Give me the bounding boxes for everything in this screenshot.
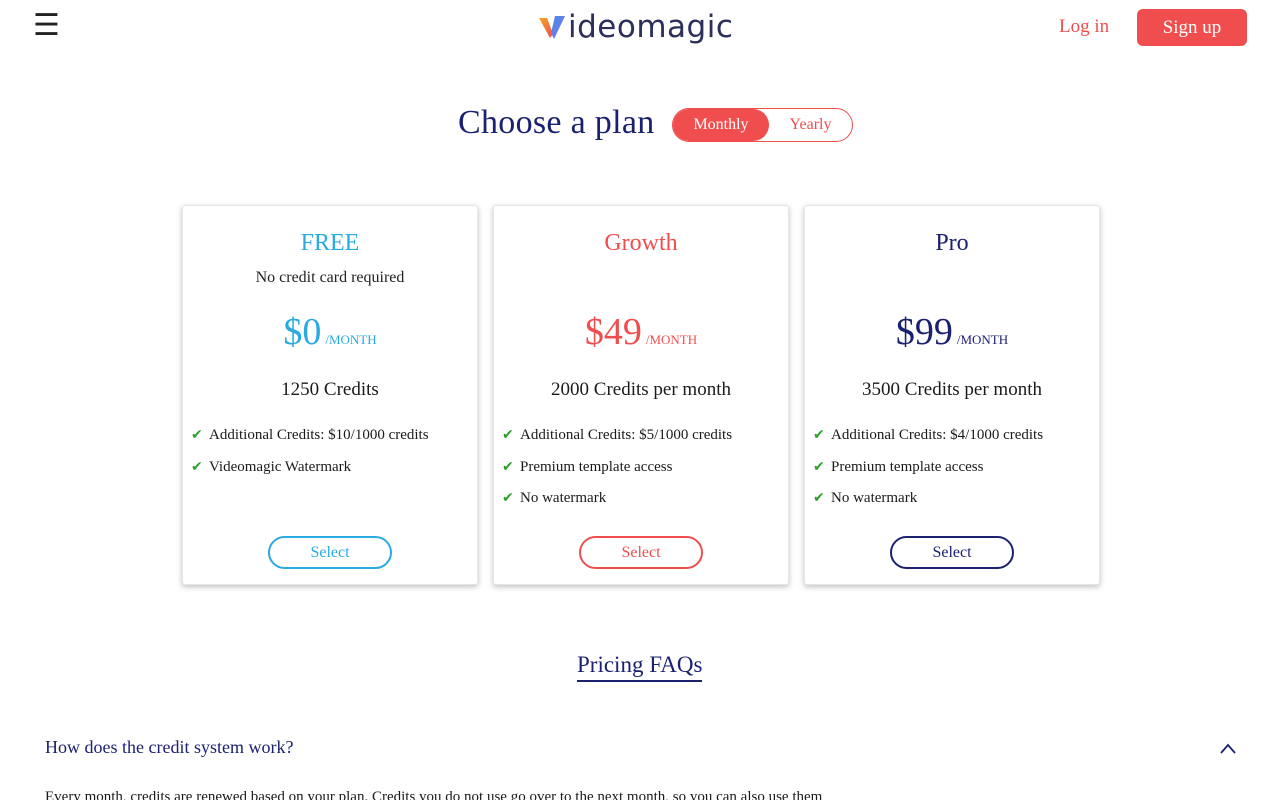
- billing-period-toggle[interactable]: Monthly Yearly: [672, 108, 853, 142]
- plan-name: FREE: [300, 230, 360, 256]
- check-icon: ✔: [502, 427, 514, 443]
- logo-wordmark: ideomagic: [568, 9, 734, 45]
- feature-item: ✔ Premium template access: [813, 458, 984, 475]
- toggle-yearly[interactable]: Yearly: [769, 109, 852, 141]
- signup-button[interactable]: Sign up: [1137, 9, 1247, 46]
- check-icon: ✔: [813, 427, 825, 443]
- plan-credits: 1250 Credits: [281, 379, 379, 400]
- videomagic-logo[interactable]: ideomagic: [537, 8, 733, 46]
- feature-item: ✔ Additional Credits: $4/1000 credits: [813, 427, 1044, 443]
- feature-item: ✔ Additional Credits: $5/1000 credits: [502, 427, 733, 443]
- feature-list: ✔ Additional Credits: $10/1000 credits ✔ V…: [191, 427, 429, 490]
- price-period: /MONTH: [956, 332, 1009, 347]
- feature-item: ✔ Videomagic Watermark: [191, 458, 352, 475]
- toggle-monthly[interactable]: Monthly: [673, 109, 769, 141]
- price-amount: $0: [283, 311, 322, 353]
- plan-card-free: FREE No credit card required $0 /MONTH 1…: [182, 205, 478, 585]
- check-icon: ✔: [502, 458, 514, 475]
- check-icon: ✔: [191, 458, 203, 475]
- pricing-faqs-title: Pricing FAQs: [577, 652, 703, 682]
- feature-item: ✔ Premium template access: [502, 458, 673, 475]
- select-growth-button[interactable]: Select: [579, 536, 703, 569]
- feature-item: ✔ No watermark: [813, 490, 918, 506]
- plan-subtitle: No credit card required: [255, 269, 405, 286]
- plan-credits: 3500 Credits per month: [862, 379, 1042, 400]
- check-icon: ✔: [191, 427, 203, 443]
- price-amount: $99: [895, 311, 953, 353]
- faq-answer: Every month, credits are renewed based o…: [45, 789, 823, 800]
- price-period: /MONTH: [645, 332, 698, 347]
- check-icon: ✔: [502, 490, 514, 506]
- check-icon: ✔: [813, 458, 825, 475]
- plan-card-growth: Growth $49 /MONTH 2000 Credits per month…: [493, 205, 789, 585]
- feature-list: ✔ Additional Credits: $4/1000 credits ✔ Pr…: [813, 427, 1043, 522]
- plan-credits: 2000 Credits per month: [551, 379, 731, 400]
- select-free-button[interactable]: Select: [268, 536, 392, 569]
- hamburger-menu-icon[interactable]: ☰: [33, 9, 60, 43]
- faq-question[interactable]: How does the credit system work?: [45, 737, 293, 758]
- plan-name: Pro: [935, 230, 969, 256]
- feature-list: ✔ Additional Credits: $5/1000 credits ✔ Pr…: [502, 427, 732, 522]
- choose-plan-title: Choose a plan: [458, 104, 655, 141]
- chevron-up-icon[interactable]: [1219, 740, 1237, 758]
- price-period: /MONTH: [325, 332, 377, 347]
- feature-item: ✔ No watermark: [502, 490, 607, 506]
- plan-name: Growth: [604, 230, 678, 256]
- plan-price: $99 /MONTH: [805, 310, 1099, 354]
- feature-item: ✔ Additional Credits: $10/1000 credits: [191, 427, 429, 443]
- plan-price: $0 /MONTH: [183, 310, 477, 354]
- logo-v-mark-icon: [539, 16, 565, 39]
- login-link[interactable]: Log in: [1059, 16, 1109, 38]
- plan-price: $49 /MONTH: [494, 310, 788, 354]
- check-icon: ✔: [813, 490, 825, 506]
- select-pro-button[interactable]: Select: [890, 536, 1014, 569]
- plan-card-pro: Pro $99 /MONTH 3500 Credits per month ✔ A…: [804, 205, 1100, 585]
- price-amount: $49: [584, 311, 642, 353]
